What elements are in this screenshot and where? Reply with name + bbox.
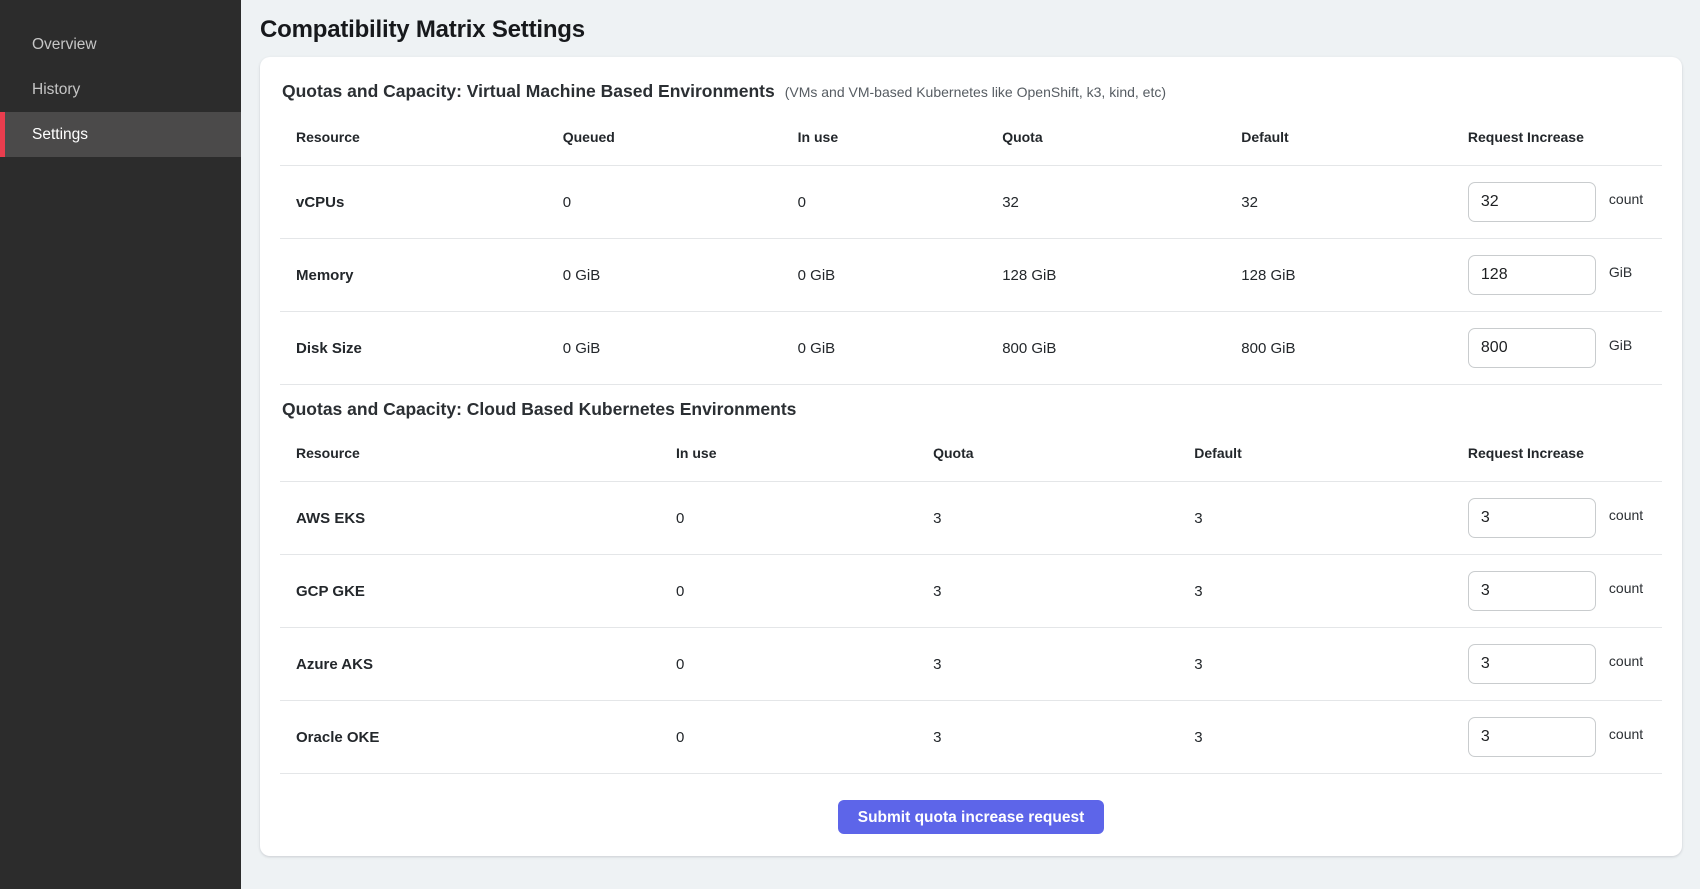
table-row-oracle-oke: Oracle OKE033count [280, 701, 1662, 774]
value-cell: 32 [1225, 166, 1452, 239]
header-row: ResourceIn useQuotaDefaultRequest Increa… [280, 420, 1662, 482]
value-cell: 128 GiB [1225, 239, 1452, 312]
header-row: ResourceQueuedIn useQuotaDefaultRequest … [280, 102, 1662, 166]
column-header-default: Default [1225, 102, 1452, 166]
value-cell: 32 [986, 166, 1225, 239]
resource-name: Azure AKS [280, 628, 660, 701]
table-row-aws-eks: AWS EKS033count [280, 482, 1662, 555]
value-cell: 3 [917, 555, 1178, 628]
value-cell: 3 [917, 628, 1178, 701]
request-increase-cell: count [1452, 555, 1662, 628]
unit-label: count [1609, 653, 1643, 669]
quotas-card: Quotas and Capacity: Virtual Machine Bas… [260, 57, 1682, 856]
request-increase-input[interactable] [1468, 328, 1596, 368]
table-row-vcpus: vCPUs003232count [280, 166, 1662, 239]
column-header-resource: Resource [280, 102, 547, 166]
table-row-azure-aks: Azure AKS033count [280, 628, 1662, 701]
column-header-in-use: In use [782, 102, 987, 166]
vm-quota-table: ResourceQueuedIn useQuotaDefaultRequest … [280, 102, 1662, 385]
column-header-quota: Quota [917, 420, 1178, 482]
submit-quota-increase-button[interactable]: Submit quota increase request [838, 800, 1105, 834]
value-cell: 3 [1178, 555, 1452, 628]
value-cell: 3 [1178, 628, 1452, 701]
value-cell: 0 [660, 701, 917, 774]
section-subtitle-vm: (VMs and VM-based Kubernetes like OpenSh… [785, 84, 1166, 100]
section-title-vm: Quotas and Capacity: Virtual Machine Bas… [282, 81, 775, 102]
column-header-queued: Queued [547, 102, 782, 166]
request-increase-input[interactable] [1468, 255, 1596, 295]
value-cell: 0 [660, 628, 917, 701]
value-cell: 128 GiB [986, 239, 1225, 312]
unit-label: GiB [1609, 337, 1632, 353]
request-increase-cell: count [1452, 482, 1662, 555]
value-cell: 0 [660, 482, 917, 555]
column-header-request-increase: Request Increase [1452, 102, 1662, 166]
column-header-request-increase: Request Increase [1452, 420, 1662, 482]
section-title-cloud: Quotas and Capacity: Cloud Based Kuberne… [282, 399, 796, 420]
value-cell: 0 GiB [782, 239, 987, 312]
table-row-memory: Memory0 GiB0 GiB128 GiB128 GiBGiB [280, 239, 1662, 312]
value-cell: 0 [547, 166, 782, 239]
value-cell: 3 [917, 701, 1178, 774]
request-increase-cell: GiB [1452, 312, 1662, 385]
request-increase-input[interactable] [1468, 498, 1596, 538]
column-header-default: Default [1178, 420, 1452, 482]
value-cell: 3 [917, 482, 1178, 555]
unit-label: count [1609, 507, 1643, 523]
resource-name: AWS EKS [280, 482, 660, 555]
resource-name: Memory [280, 239, 547, 312]
sidebar: OverviewHistorySettings [0, 0, 241, 889]
value-cell: 800 GiB [1225, 312, 1452, 385]
resource-name: Oracle OKE [280, 701, 660, 774]
cloud-quota-table: ResourceIn useQuotaDefaultRequest Increa… [280, 420, 1662, 774]
value-cell: 0 GiB [547, 239, 782, 312]
page-title: Compatibility Matrix Settings [260, 16, 1682, 44]
unit-label: count [1609, 191, 1643, 207]
request-increase-cell: count [1452, 628, 1662, 701]
unit-label: count [1609, 580, 1643, 596]
request-increase-cell: GiB [1452, 239, 1662, 312]
section-head-cloud: Quotas and Capacity: Cloud Based Kuberne… [280, 385, 1662, 420]
sidebar-item-overview[interactable]: Overview [0, 22, 241, 67]
resource-name: Disk Size [280, 312, 547, 385]
column-header-resource: Resource [280, 420, 660, 482]
resource-name: vCPUs [280, 166, 547, 239]
unit-label: GiB [1609, 264, 1632, 280]
section-head-vm: Quotas and Capacity: Virtual Machine Bas… [280, 67, 1662, 102]
value-cell: 3 [1178, 701, 1452, 774]
resource-name: GCP GKE [280, 555, 660, 628]
request-increase-cell: count [1452, 701, 1662, 774]
sidebar-item-history[interactable]: History [0, 67, 241, 112]
request-increase-input[interactable] [1468, 644, 1596, 684]
main-content: Compatibility Matrix Settings Quotas and… [241, 0, 1700, 856]
value-cell: 800 GiB [986, 312, 1225, 385]
value-cell: 3 [1178, 482, 1452, 555]
request-increase-input[interactable] [1468, 571, 1596, 611]
unit-label: count [1609, 726, 1643, 742]
value-cell: 0 GiB [782, 312, 987, 385]
table-row-gcp-gke: GCP GKE033count [280, 555, 1662, 628]
value-cell: 0 [782, 166, 987, 239]
request-increase-cell: count [1452, 166, 1662, 239]
value-cell: 0 GiB [547, 312, 782, 385]
sidebar-item-settings[interactable]: Settings [0, 112, 241, 157]
request-increase-input[interactable] [1468, 717, 1596, 757]
table-row-disk-size: Disk Size0 GiB0 GiB800 GiB800 GiBGiB [280, 312, 1662, 385]
submit-row: Submit quota increase request [280, 774, 1662, 840]
value-cell: 0 [660, 555, 917, 628]
column-header-quota: Quota [986, 102, 1225, 166]
sidebar-nav: OverviewHistorySettings [0, 0, 241, 157]
request-increase-input[interactable] [1468, 182, 1596, 222]
column-header-in-use: In use [660, 420, 917, 482]
